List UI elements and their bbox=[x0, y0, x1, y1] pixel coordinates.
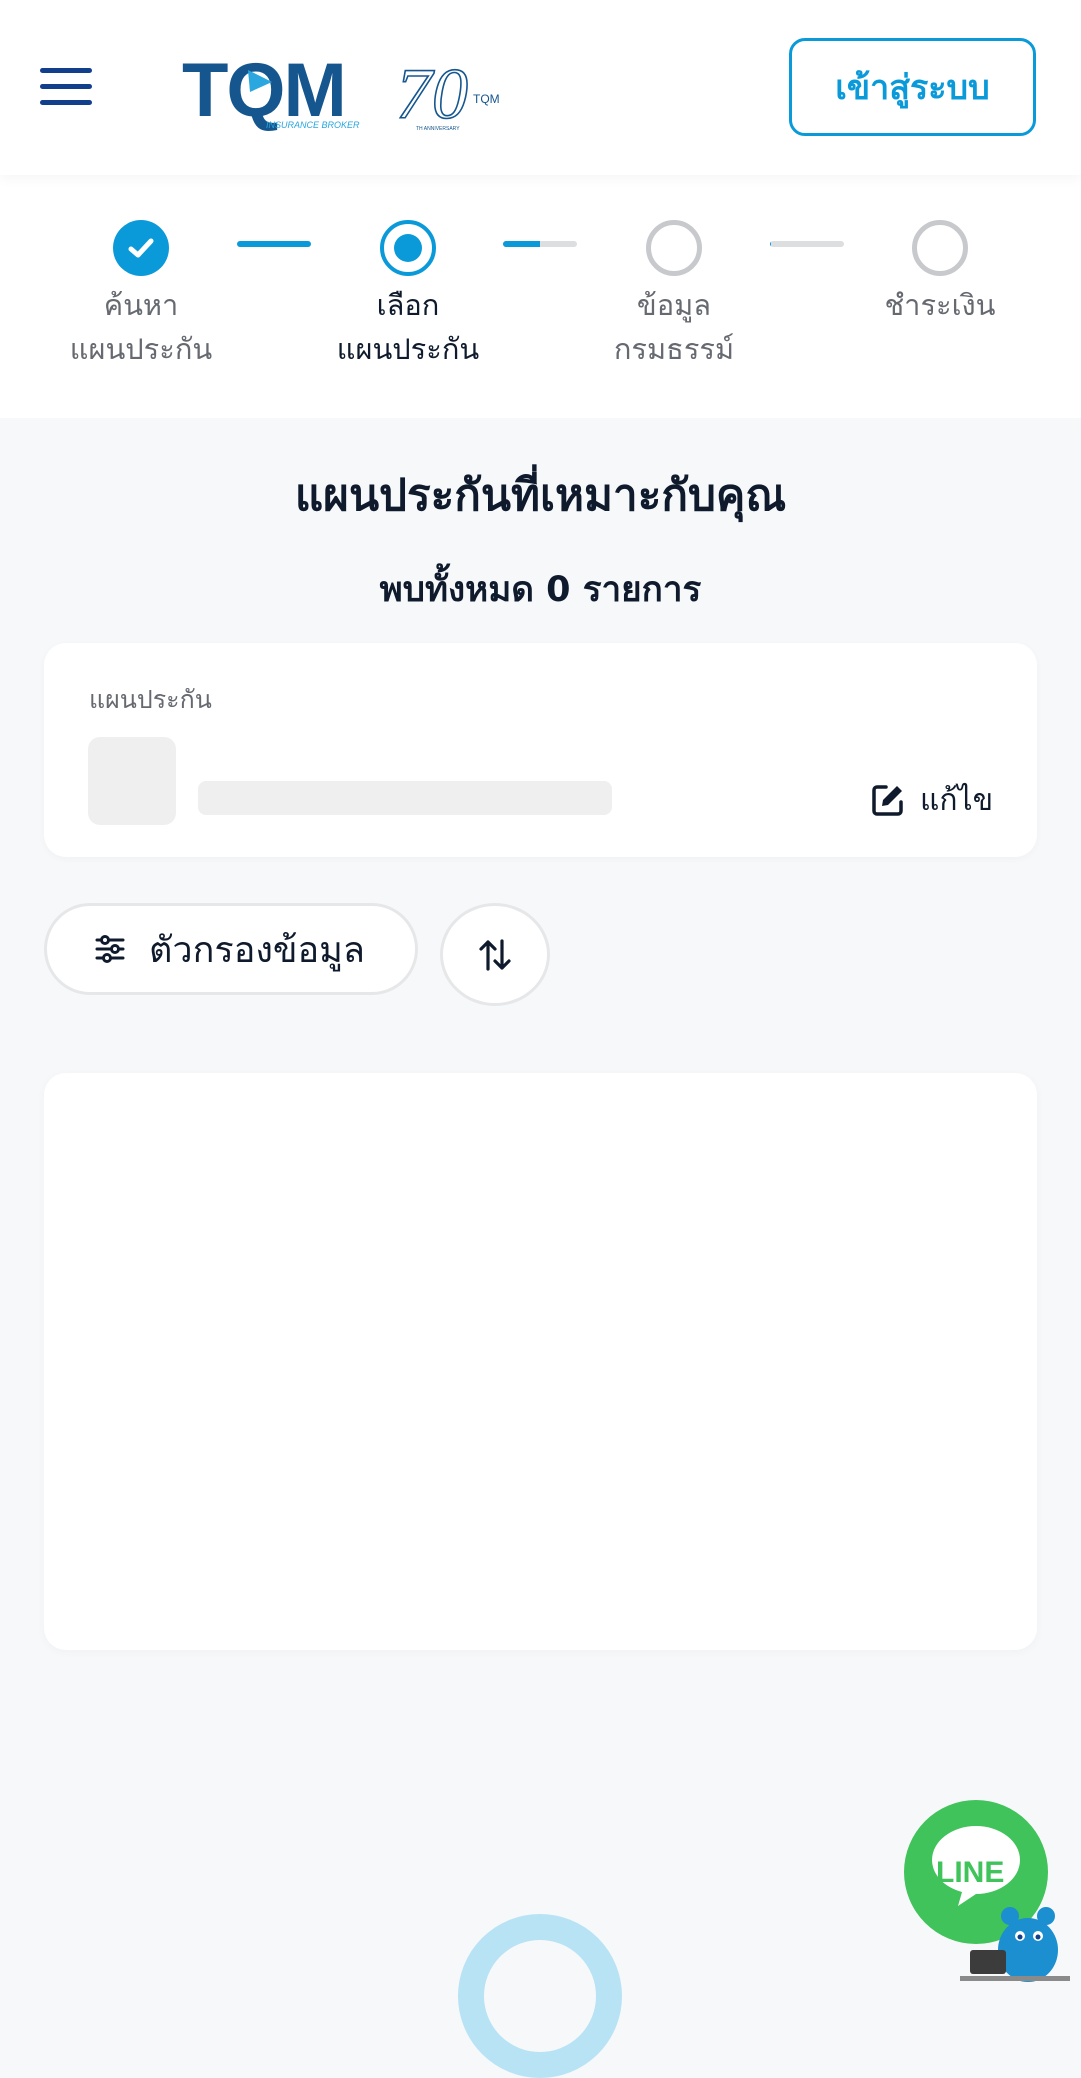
step-1-check-icon bbox=[113, 220, 169, 276]
filter-sliders-icon bbox=[95, 935, 125, 963]
plan-name-placeholder bbox=[198, 781, 612, 815]
top-header: TQM INSURANCE BROKER 70 TQM TH ANNIVERSA… bbox=[0, 0, 1081, 175]
line-chat-label: LINE bbox=[936, 1856, 1004, 1889]
plan-thumbnail-placeholder bbox=[88, 737, 176, 825]
step-1-label: ค้นหา แผนประกัน bbox=[69, 288, 213, 366]
login-button[interactable]: เข้าสู่ระบบ bbox=[789, 38, 1036, 136]
edit-plan-button[interactable]: แก้ไข bbox=[870, 778, 993, 822]
filter-label: ตัวกรองข้อมูล bbox=[149, 929, 365, 971]
step-3-pending-icon bbox=[646, 220, 702, 276]
edit-label: แก้ไข bbox=[920, 782, 994, 818]
sort-arrows-icon bbox=[479, 938, 511, 971]
logo-subtext: INSURANCE BROKER bbox=[266, 120, 360, 130]
selected-plan-card: แผนประกัน แก้ไข bbox=[44, 643, 1037, 857]
loading-spinner bbox=[458, 1914, 622, 2078]
step-connector-2 bbox=[503, 241, 577, 247]
step-4-pending-icon bbox=[912, 220, 968, 276]
step-connector-1 bbox=[237, 241, 311, 247]
sort-button[interactable] bbox=[440, 903, 550, 1006]
result-count: พบทั้งหมด 0 รายการ bbox=[379, 570, 702, 610]
anniversary-brand: TQM bbox=[473, 92, 500, 106]
page-title: แผนประกันที่เหมาะกับคุณ bbox=[294, 470, 787, 521]
results-panel-placeholder bbox=[44, 1073, 1037, 1650]
hamburger-menu-icon[interactable] bbox=[40, 68, 92, 108]
tqm-logo[interactable]: TQM INSURANCE BROKER 70 TQM TH ANNIVERSA… bbox=[180, 48, 520, 134]
step-3-label: ข้อมูล กรมธรรม์ bbox=[613, 288, 735, 366]
step-4-label: ชำระเงิน bbox=[884, 288, 996, 322]
anniversary-subtext: TH ANNIVERSARY bbox=[416, 126, 460, 132]
step-connector-3 bbox=[770, 241, 844, 247]
edit-icon bbox=[872, 785, 903, 816]
plan-card-label: แผนประกัน bbox=[89, 685, 212, 714]
progress-stepper: ค้นหา แผนประกัน เลือก แผนประกัน ข้อมูล กรมธ… bbox=[0, 175, 1081, 418]
step-2-current-icon bbox=[380, 220, 436, 276]
step-2-label: เลือก แผนประกัน bbox=[336, 288, 480, 366]
anniversary-number: 70 bbox=[396, 54, 468, 134]
filter-button[interactable]: ตัวกรองข้อมูล bbox=[44, 903, 418, 995]
line-chat-icon[interactable]: LINE bbox=[900, 1800, 1070, 1985]
